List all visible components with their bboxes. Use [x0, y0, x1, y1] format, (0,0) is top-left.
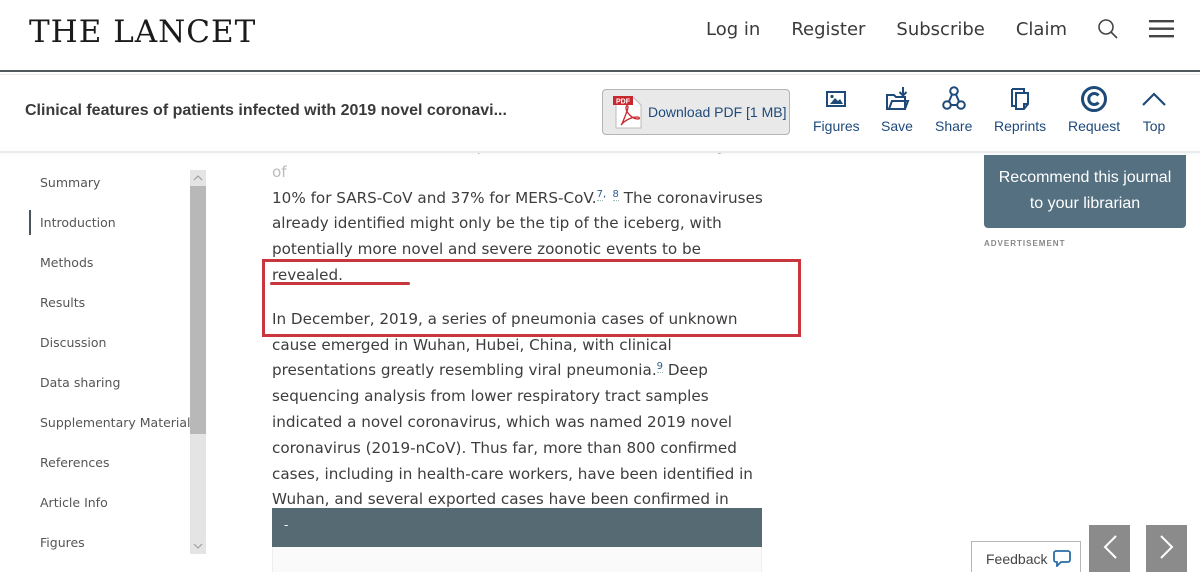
- article-body: ... cumulative cases in the past two dec…: [272, 134, 772, 565]
- share-nodes-icon: [941, 85, 967, 113]
- pdf-file-icon: PDF: [613, 94, 643, 130]
- copyright-icon: [1080, 85, 1108, 113]
- nav-data-sharing[interactable]: Data sharing: [40, 375, 120, 390]
- download-pdf-button[interactable]: PDF Download PDF [1 MB]: [602, 89, 790, 135]
- top-nav: Log in Register Subscribe Claim: [675, 18, 1174, 40]
- svg-text:PDF: PDF: [616, 99, 631, 106]
- speech-bubble-icon: [1047, 549, 1072, 570]
- previous-article-button[interactable]: [1089, 525, 1130, 572]
- chevron-up-icon: [1141, 85, 1167, 113]
- scroll-up-arrow-icon[interactable]: [190, 170, 206, 186]
- share-button[interactable]: Share: [935, 85, 972, 134]
- save-button[interactable]: Save: [881, 85, 913, 134]
- nav-summary[interactable]: Summary: [40, 175, 100, 190]
- figure-body: [272, 547, 762, 572]
- nav-results[interactable]: Results: [40, 295, 85, 310]
- site-header: THE LANCET Log in Register Subscribe Cla…: [0, 0, 1200, 72]
- search-icon[interactable]: [1097, 18, 1119, 40]
- nav-supplementary-material[interactable]: Supplementary Material: [40, 415, 191, 430]
- feedback-button[interactable]: Feedback: [971, 541, 1081, 572]
- red-underline-annotation: [270, 282, 410, 285]
- article-title: Clinical features of patients infected w…: [25, 102, 507, 119]
- chevron-left-icon: [1102, 534, 1118, 564]
- nav-article-info[interactable]: Article Info: [40, 495, 108, 510]
- next-article-button[interactable]: [1146, 525, 1187, 572]
- sidebar-scrollbar-thumb[interactable]: [190, 186, 206, 434]
- lancet-logo[interactable]: THE LANCET: [29, 14, 256, 50]
- reprints-button[interactable]: Reprints: [994, 85, 1046, 134]
- citation-refs: 7, 8: [596, 188, 619, 201]
- register-link[interactable]: Register: [791, 19, 865, 40]
- nav-introduction[interactable]: Introduction: [40, 215, 116, 230]
- claim-link[interactable]: Claim: [1016, 19, 1067, 40]
- back-to-top-button[interactable]: Top: [1141, 85, 1167, 134]
- request-button[interactable]: Request: [1068, 85, 1120, 134]
- folder-download-icon: [884, 85, 910, 113]
- scroll-down-arrow-icon[interactable]: [190, 538, 206, 554]
- nav-methods[interactable]: Methods: [40, 255, 93, 270]
- figure-header-bar[interactable]: -: [272, 508, 762, 547]
- citation-7[interactable]: 7: [596, 188, 603, 201]
- article-toolbar: Clinical features of patients infected w…: [0, 74, 1200, 153]
- section-nav: Summary Introduction Methods Results Dis…: [0, 153, 210, 572]
- paragraph-1: 10% for SARS-CoV and 37% for MERS-CoV.7,…: [272, 188, 763, 284]
- chevron-right-icon: [1159, 534, 1175, 564]
- download-pdf-label: Download PDF [1 MB]: [648, 104, 787, 120]
- login-link[interactable]: Log in: [706, 19, 760, 40]
- advertisement-label: ADVERTISEMENT: [984, 239, 1066, 248]
- hamburger-menu-icon[interactable]: [1149, 19, 1174, 39]
- recommend-journal-button[interactable]: Recommend this journal to your librarian: [984, 155, 1186, 228]
- figures-button[interactable]: Figures: [813, 85, 860, 134]
- subscribe-link[interactable]: Subscribe: [896, 19, 984, 40]
- reprints-icon: [1009, 85, 1031, 113]
- image-icon: [825, 85, 847, 113]
- active-section-indicator: [29, 210, 31, 235]
- nav-figures[interactable]: Figures: [40, 535, 85, 550]
- nav-discussion[interactable]: Discussion: [40, 335, 106, 350]
- nav-references[interactable]: References: [40, 455, 109, 470]
